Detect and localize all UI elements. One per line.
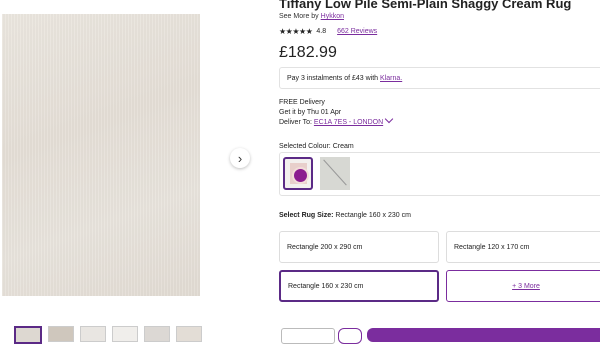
delivery-location-link[interactable]: EC1A 7ES - LONDON	[314, 119, 383, 126]
deliver-to-label: Deliver To:	[279, 119, 312, 126]
colour-swatch-cream[interactable]	[283, 157, 313, 190]
selected-colour-label: Selected Colour: Cream	[279, 143, 354, 150]
next-image-button[interactable]: ›	[230, 148, 250, 168]
klarna-link[interactable]: Klarna.	[380, 75, 402, 82]
delivery-info: FREE Delivery Get it by Thu 01 Apr Deliv…	[279, 98, 394, 128]
reviews-link[interactable]: 662 Reviews	[337, 28, 377, 35]
selected-indicator-icon	[292, 167, 309, 184]
star-rating-icon: ★★★★★	[279, 27, 313, 36]
product-title: Tiffany Low Pile Semi-Plain Shaggy Cream…	[279, 0, 572, 11]
thumbnail-strip	[14, 326, 202, 344]
thumbnail-4[interactable]	[112, 326, 138, 342]
thumbnail-2[interactable]	[48, 326, 74, 342]
rating-value: 4.8	[316, 28, 327, 35]
wishlist-button[interactable]	[338, 328, 362, 344]
thumbnail-3[interactable]	[80, 326, 106, 342]
brand-link[interactable]: Hykkon	[321, 13, 344, 20]
more-sizes-button[interactable]: + 3 More	[446, 270, 600, 302]
colour-swatch-unavailable[interactable]	[320, 157, 350, 190]
thumbnail-1[interactable]	[14, 326, 42, 344]
chevron-right-icon: ›	[237, 150, 243, 166]
delivery-date: Get it by Thu 01 Apr	[279, 109, 342, 116]
product-main-image[interactable]	[2, 14, 200, 296]
quantity-stepper[interactable]	[281, 328, 335, 344]
rating-row: ★★★★★ 4.8 662 Reviews	[279, 27, 377, 36]
product-price: £182.99	[279, 44, 337, 61]
size-option-200x290[interactable]: Rectangle 200 x 290 cm	[279, 231, 439, 263]
size-option-120x170[interactable]: Rectangle 120 x 170 cm	[446, 231, 600, 263]
klarna-banner: Pay 3 instalments of £43 with Klarna.	[279, 67, 600, 89]
see-more-brand: See More by Hykkon	[279, 13, 344, 20]
thumbnail-6[interactable]	[176, 326, 202, 342]
add-to-basket-button[interactable]	[367, 328, 600, 342]
see-more-prefix: See More by	[279, 13, 319, 20]
thumbnail-5[interactable]	[144, 326, 170, 342]
colour-options	[279, 152, 600, 196]
size-option-160x230[interactable]: Rectangle 160 x 230 cm	[279, 270, 439, 302]
free-delivery: FREE Delivery	[279, 99, 325, 106]
rug-size-label: Select Rug Size: Rectangle 160 x 230 cm	[279, 212, 411, 219]
klarna-text: Pay 3 instalments of £43 with	[287, 74, 379, 82]
